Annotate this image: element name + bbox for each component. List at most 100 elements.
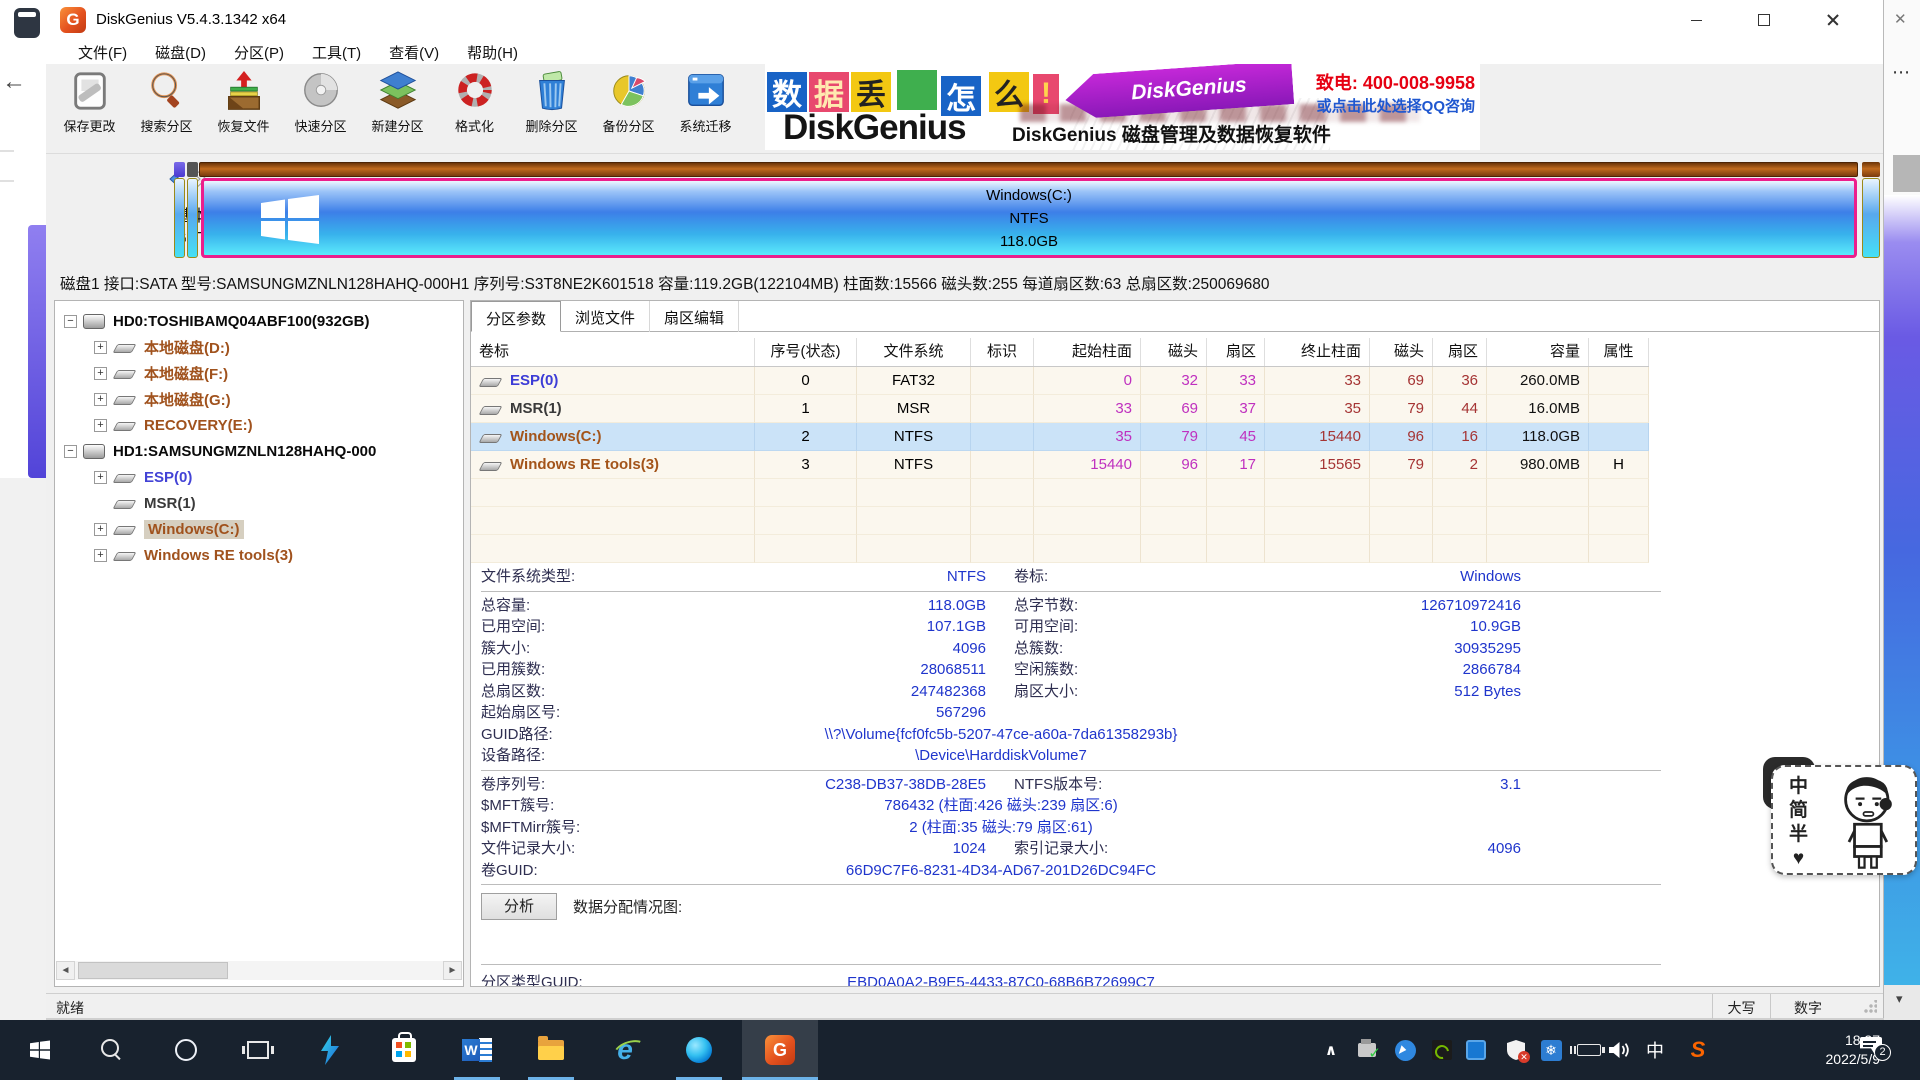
sogou-ime-widget[interactable]: 中 简 半 ♥ bbox=[1771, 765, 1917, 875]
tree-item-hd0[interactable]: − HD0:TOSHIBAMQ04ABF100(932GB) bbox=[64, 308, 369, 334]
tree-item-local-d[interactable]: + 本地磁盘(D:) bbox=[94, 334, 230, 360]
menu-partition[interactable]: 分区(P) bbox=[220, 40, 298, 64]
expand-icon[interactable]: + bbox=[94, 419, 107, 432]
tray-security-shield-icon[interactable]: ✕ bbox=[1500, 1020, 1532, 1080]
msr-partition-bar[interactable] bbox=[187, 178, 198, 258]
scroll-left-icon[interactable]: ◄ bbox=[56, 961, 75, 980]
edge-icon[interactable] bbox=[677, 1020, 721, 1080]
tree-item-esp[interactable]: + ESP(0) bbox=[94, 464, 192, 490]
diskgenius-taskbar-icon[interactable]: G bbox=[758, 1020, 802, 1080]
search-partition-button[interactable]: 搜索分区 bbox=[128, 64, 205, 152]
partition-icon bbox=[113, 344, 137, 353]
banner-brand-text: DiskGenius bbox=[783, 108, 966, 148]
expand-icon[interactable]: + bbox=[94, 393, 107, 406]
advert-banner[interactable]: 数 据 丢 怎 么 ! DiskGenius DiskGenius 致电: 40… bbox=[765, 64, 1480, 150]
expand-icon[interactable]: + bbox=[94, 341, 107, 354]
start-button[interactable] bbox=[18, 1020, 62, 1080]
tab-browse-files[interactable]: 浏览文件 bbox=[561, 301, 650, 332]
tab-sector-edit[interactable]: 扇区编辑 bbox=[650, 301, 739, 332]
analyze-button[interactable]: 分析 bbox=[481, 893, 557, 920]
backup-partition-button[interactable]: 备份分区 bbox=[590, 64, 667, 152]
status-ready: 就绪 bbox=[56, 998, 84, 1018]
format-button[interactable]: 格式化 bbox=[436, 64, 513, 152]
expand-icon[interactable]: + bbox=[94, 471, 107, 484]
status-bar: 就绪 大写 数字 bbox=[46, 993, 1883, 1018]
menu-help[interactable]: 帮助(H) bbox=[453, 40, 532, 64]
expand-icon[interactable]: + bbox=[94, 523, 107, 536]
expand-icon[interactable]: + bbox=[94, 367, 107, 380]
detail-row: 文件系统类型:NTFS 卷标:Windows bbox=[481, 566, 1661, 588]
action-center-icon[interactable]: 2 bbox=[1852, 1020, 1900, 1080]
tree-item-windows-re[interactable]: + Windows RE tools(3) bbox=[94, 542, 293, 568]
new-partition-icon bbox=[376, 69, 420, 113]
tree-item-msr[interactable]: MSR(1) bbox=[113, 490, 196, 516]
file-explorer-icon[interactable] bbox=[529, 1020, 573, 1080]
ime-simplified-mode[interactable]: 简 bbox=[1789, 799, 1808, 823]
tray-chevron-up-icon[interactable]: ∧ bbox=[1316, 1020, 1346, 1080]
taskbar-search-icon[interactable] bbox=[90, 1020, 134, 1080]
table-row-windows-re[interactable]: Windows RE tools(3) 3 NTFS 15440 96 17 1… bbox=[471, 451, 1649, 479]
clipped-guid-row: 分区类型GUID:EBD0A0A2-B9E5-4433-87C0-68B6B72… bbox=[481, 972, 1661, 986]
resize-grip[interactable] bbox=[1863, 1000, 1877, 1014]
word-icon[interactable]: W bbox=[455, 1020, 499, 1080]
menu-disk[interactable]: 磁盘(D) bbox=[141, 40, 220, 64]
tree-horizontal-scrollbar[interactable]: ◄ ► bbox=[56, 961, 462, 980]
collapse-icon[interactable]: − bbox=[64, 315, 77, 328]
detail-row: 卷序列号:C238-DB37-38DB-28E5 NTFS版本号:3.1 bbox=[481, 774, 1661, 796]
delete-partition-button[interactable]: 删除分区 bbox=[513, 64, 590, 152]
internet-explorer-icon[interactable]: e bbox=[603, 1020, 647, 1080]
tray-snowflake-icon[interactable]: ❄ bbox=[1536, 1020, 1566, 1080]
minimize-button[interactable] bbox=[1673, 0, 1719, 40]
task-view-icon[interactable] bbox=[236, 1020, 280, 1080]
partition-icon bbox=[479, 378, 503, 387]
maximize-button[interactable] bbox=[1741, 0, 1787, 40]
scrollbar-thumb[interactable] bbox=[78, 962, 228, 979]
ime-halfwidth-mode[interactable]: 半 bbox=[1789, 823, 1808, 847]
scroll-right-icon[interactable]: ► bbox=[443, 961, 462, 980]
table-row-windows-c-selected[interactable]: Windows(C:) 2 NTFS 35 79 45 15440 96 16 … bbox=[471, 423, 1649, 451]
menu-view[interactable]: 查看(V) bbox=[375, 40, 453, 64]
system-migration-button[interactable]: 系统迁移 bbox=[667, 64, 744, 152]
menu-file[interactable]: 文件(F) bbox=[64, 40, 141, 64]
microsoft-store-icon[interactable] bbox=[382, 1020, 426, 1080]
tray-ime-indicator[interactable]: 中 bbox=[1640, 1020, 1670, 1080]
tray-volume-icon[interactable] bbox=[1602, 1020, 1636, 1080]
menu-tools[interactable]: 工具(T) bbox=[298, 40, 375, 64]
cortana-icon[interactable] bbox=[164, 1020, 208, 1080]
detail-row: 已用空间:107.1GB 可用空间:10.9GB bbox=[481, 616, 1661, 638]
tray-nvidia-icon[interactable] bbox=[1427, 1020, 1457, 1080]
ime-chinese-mode[interactable]: 中 bbox=[1789, 775, 1808, 799]
recover-files-button[interactable]: 恢复文件 bbox=[205, 64, 282, 152]
partition-icon bbox=[479, 462, 503, 471]
tray-updater-icon[interactable]: ✓ bbox=[1352, 1020, 1382, 1080]
tree-item-windows-c[interactable]: + Windows(C:) bbox=[94, 516, 244, 542]
ime-mascot-icon bbox=[1833, 773, 1905, 876]
table-row-esp[interactable]: ESP(0) 0 FAT32 0 32 33 33 69 36 260.0MB bbox=[471, 367, 1649, 395]
windows-c-partition-bar[interactable]: Windows(C:) NTFS 118.0GB bbox=[201, 178, 1857, 258]
close-button[interactable] bbox=[1810, 0, 1856, 40]
quick-partition-button[interactable]: 快速分区 bbox=[282, 64, 359, 152]
background-area bbox=[0, 478, 46, 1020]
expand-icon[interactable]: + bbox=[94, 549, 107, 562]
tray-messenger-icon[interactable] bbox=[1390, 1020, 1420, 1080]
tray-sogou-icon[interactable]: S bbox=[1682, 1020, 1714, 1080]
banner-qq-link[interactable]: 或点击此处选择QQ咨询 bbox=[1317, 95, 1475, 116]
collapse-icon[interactable]: − bbox=[64, 445, 77, 458]
windows-re-partition-bar[interactable] bbox=[1862, 178, 1880, 258]
system-migration-icon bbox=[684, 69, 728, 113]
tree-item-recovery-e[interactable]: + RECOVERY(E:) bbox=[94, 412, 253, 438]
bolt-app-icon[interactable] bbox=[308, 1020, 352, 1080]
tray-intel-graphics-icon[interactable] bbox=[1461, 1020, 1491, 1080]
tree-item-hd1[interactable]: − HD1:SAMSUNGMZNLN128HAHQ-000 bbox=[64, 438, 376, 464]
background-block bbox=[1893, 155, 1920, 192]
tab-partition-params[interactable]: 分区参数 bbox=[471, 301, 561, 332]
partition-icon bbox=[113, 500, 137, 509]
title-bar: G DiskGenius V5.4.3.1342 x64 bbox=[46, 0, 1883, 40]
esp-partition-bar[interactable] bbox=[174, 178, 185, 258]
tree-item-local-g[interactable]: + 本地磁盘(G:) bbox=[94, 386, 231, 412]
tree-item-local-f[interactable]: + 本地磁盘(F:) bbox=[94, 360, 228, 386]
save-changes-button[interactable]: 保存更改 bbox=[51, 64, 128, 152]
new-partition-button[interactable]: 新建分区 bbox=[359, 64, 436, 152]
heart-icon[interactable]: ♥ bbox=[1793, 847, 1804, 871]
table-row-msr[interactable]: MSR(1) 1 MSR 33 69 37 35 79 44 16.0MB bbox=[471, 395, 1649, 423]
